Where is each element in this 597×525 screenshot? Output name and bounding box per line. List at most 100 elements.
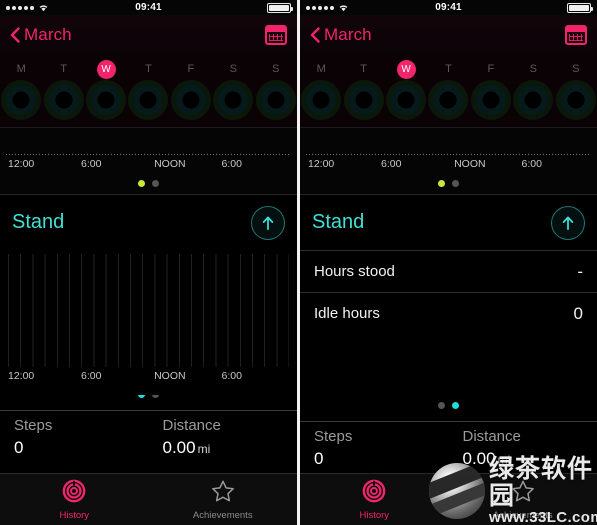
activity-ring-6[interactable] — [255, 80, 297, 120]
tab-achievements[interactable]: Achievements — [449, 474, 597, 525]
activity-ring-2[interactable] — [85, 80, 127, 120]
activity-ring-5[interactable] — [512, 80, 554, 120]
activity-rings-icon — [513, 80, 554, 120]
distance-number: 0.00 — [162, 438, 196, 457]
timeline-page-dots[interactable] — [300, 180, 597, 187]
screenshot-stage: 09:41 March M T W T F S S 12:00 6:00 NOO… — [0, 0, 597, 525]
week-day-6[interactable]: S — [255, 58, 297, 80]
back-button[interactable]: March — [310, 25, 372, 45]
timeline-baseline — [306, 154, 591, 155]
week-day-1[interactable]: T — [42, 58, 84, 80]
steps-label: Steps — [314, 428, 353, 445]
timeline-tick: 6:00 — [221, 158, 242, 170]
detail-page-dots[interactable] — [300, 402, 597, 409]
week-day-4[interactable]: F — [170, 58, 212, 80]
page-dot[interactable] — [152, 180, 159, 187]
chevron-left-icon — [310, 27, 320, 43]
tab-achievements-label: Achievements — [192, 509, 253, 521]
tab-bar: History Achievements — [0, 473, 297, 525]
week-day-3[interactable]: T — [427, 58, 469, 80]
timeline-baseline — [6, 154, 291, 155]
calendar-icon[interactable] — [565, 25, 587, 45]
activity-ring-4[interactable] — [470, 80, 512, 120]
week-day-1[interactable]: T — [342, 58, 384, 80]
activity-rings-icon — [555, 80, 596, 120]
week-day-5[interactable]: S — [512, 58, 554, 80]
nav-back-label: March — [324, 25, 372, 44]
steps-value: 0 — [314, 449, 324, 468]
stand-section-header: Stand — [0, 194, 297, 250]
arrow-up-icon[interactable] — [251, 205, 285, 240]
chart-tick-labels: 12:00 6:00 NOON 6:00 — [0, 367, 297, 385]
section-title: Stand — [312, 211, 365, 233]
page-dot-active[interactable] — [438, 180, 445, 187]
page-dot[interactable] — [438, 402, 445, 409]
week-day-3[interactable]: T — [127, 58, 169, 80]
chart-tick: 6:00 — [221, 370, 242, 382]
steps-label: Steps — [14, 417, 53, 434]
chevron-left-icon — [10, 27, 20, 43]
week-day-label: F — [187, 63, 195, 75]
tab-history[interactable]: History — [300, 474, 449, 525]
week-day-label: S — [272, 63, 280, 75]
chart-tick: 6:00 — [81, 370, 102, 382]
stand-detail-rows: Hours stood - Idle hours 0 — [300, 250, 597, 395]
tab-achievements[interactable]: Achievements — [149, 474, 298, 525]
week-day-5[interactable]: S — [212, 58, 254, 80]
activity-ring-0[interactable] — [300, 80, 342, 120]
week-day-0[interactable]: M — [300, 58, 342, 80]
distance-value: 0.00 mi — [163, 438, 298, 458]
week-day-4[interactable]: F — [470, 58, 512, 80]
timeline-tick: 6:00 — [521, 158, 542, 170]
page-dot-active[interactable] — [452, 402, 459, 409]
activity-ring-6[interactable] — [555, 80, 597, 120]
week-day-2[interactable]: W — [385, 58, 427, 80]
activity-rings-icon — [386, 80, 427, 120]
stand-hourly-chart: 12:00 6:00 NOON 6:00 — [0, 250, 297, 395]
distance-number: 0.00 — [462, 449, 496, 468]
activity-rings-icon — [428, 80, 469, 120]
week-activity-rings — [0, 80, 297, 127]
page-dot-active[interactable] — [138, 180, 145, 187]
timeline-page-dots[interactable] — [0, 180, 297, 187]
week-strip: M T W T F S S — [300, 55, 597, 127]
tab-history[interactable]: History — [0, 474, 149, 525]
status-bar: 09:41 — [300, 0, 597, 15]
arrow-up-icon[interactable] — [551, 205, 585, 240]
week-day-label: S — [529, 63, 537, 75]
distance-unit: mi — [497, 453, 511, 467]
activity-ring-0[interactable] — [0, 80, 42, 120]
week-day-label: T — [145, 63, 152, 75]
activity-ring-2[interactable] — [385, 80, 427, 120]
detail-row: Idle hours 0 — [300, 292, 597, 334]
summary-stats: Steps 0 Distance 0.00 mi — [0, 410, 297, 472]
page-dot[interactable] — [452, 180, 459, 187]
week-day-0[interactable]: M — [0, 58, 42, 80]
star-icon — [211, 479, 235, 508]
status-bar-clock: 09:41 — [135, 2, 162, 13]
chart-tick: NOON — [154, 370, 186, 382]
status-bar: 09:41 — [0, 0, 297, 15]
activity-ring-1[interactable] — [42, 80, 84, 120]
activity-ring-5[interactable] — [212, 80, 254, 120]
timeline-tick: 6:00 — [381, 158, 402, 170]
activity-ring-4[interactable] — [170, 80, 212, 120]
tab-achievements-label: Achievements — [492, 509, 553, 521]
detail-row-key: Hours stood — [314, 263, 395, 280]
nav-bar: March — [300, 15, 597, 55]
activity-ring-3[interactable] — [427, 80, 469, 120]
distance-stat: Distance 0.00 mi — [149, 417, 298, 472]
activity-rings-icon — [128, 80, 169, 120]
week-day-2[interactable]: W — [85, 58, 127, 80]
tab-history-label: History — [359, 509, 390, 521]
activity-ring-3[interactable] — [127, 80, 169, 120]
chart-gridlines — [8, 254, 289, 367]
calendar-icon[interactable] — [265, 25, 287, 45]
today-badge: W — [96, 59, 116, 79]
back-button[interactable]: March — [10, 25, 72, 45]
week-day-label: F — [487, 63, 495, 75]
left-phone-panel: 09:41 March M T W T F S S 12:00 6:00 NOO… — [0, 0, 297, 525]
activity-ring-1[interactable] — [342, 80, 384, 120]
week-day-6[interactable]: S — [555, 58, 597, 80]
activity-rings-icon — [43, 80, 84, 120]
